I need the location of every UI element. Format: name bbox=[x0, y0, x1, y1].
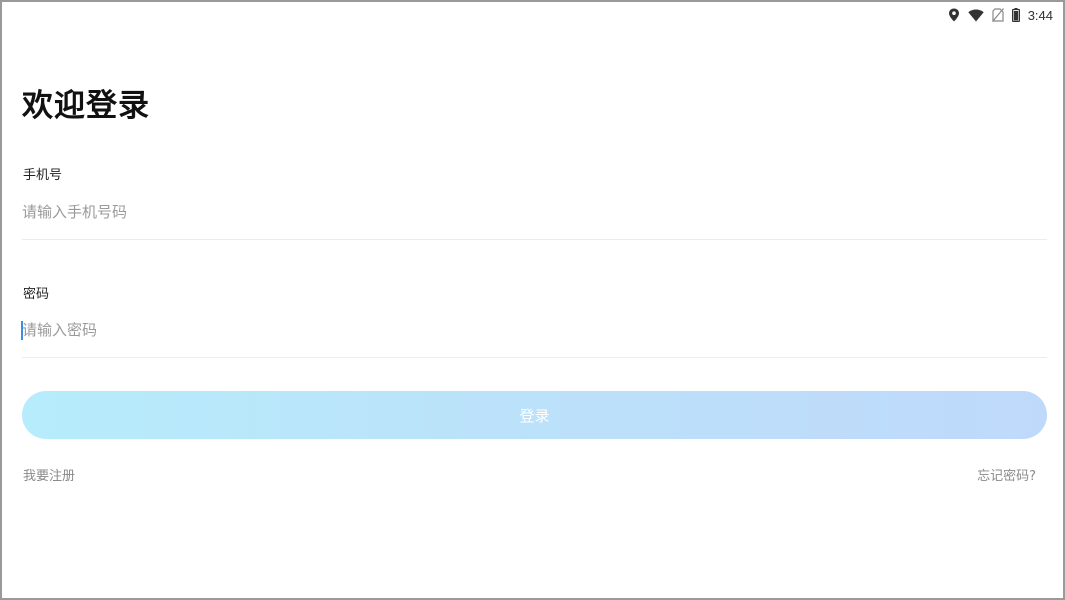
phone-label: 手机号 bbox=[23, 168, 63, 183]
status-time: 3:44 bbox=[1027, 7, 1053, 23]
login-button-label: 登录 bbox=[519, 406, 550, 425]
no-sim-icon bbox=[991, 8, 1004, 22]
password-input[interactable] bbox=[22, 313, 1047, 347]
status-bar: 3:44 bbox=[948, 6, 1053, 24]
app-window: 3:44 欢迎登录 手机号 密码 登录 我要注册 忘记密码? bbox=[0, 0, 1065, 600]
page-title: 欢迎登录 bbox=[22, 88, 150, 124]
wifi-icon bbox=[967, 9, 984, 22]
login-button[interactable]: 登录 bbox=[22, 391, 1047, 439]
phone-divider bbox=[22, 239, 1047, 240]
phone-input[interactable] bbox=[22, 195, 1047, 229]
password-divider bbox=[22, 357, 1047, 358]
location-icon bbox=[948, 8, 960, 22]
password-label: 密码 bbox=[23, 287, 50, 302]
register-link[interactable]: 我要注册 bbox=[23, 465, 75, 484]
text-cursor bbox=[21, 321, 23, 340]
battery-icon bbox=[1011, 8, 1020, 22]
forgot-password-link[interactable]: 忘记密码? bbox=[977, 465, 1036, 484]
